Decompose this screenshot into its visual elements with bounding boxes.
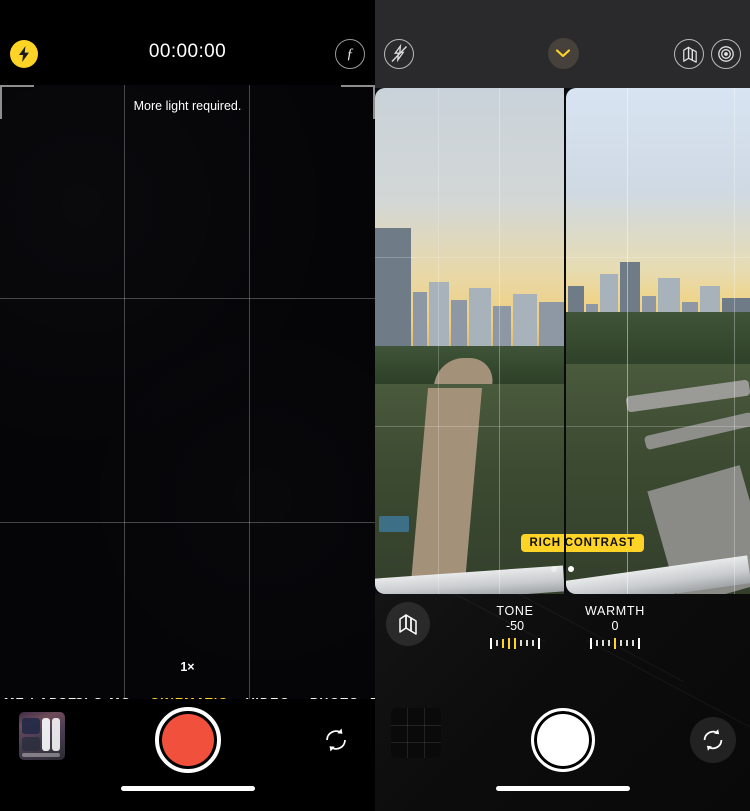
home-indicator (495, 786, 630, 791)
viewfinder-feed (0, 85, 375, 752)
style-page-dots[interactable] (375, 566, 750, 572)
grid-line-horizontal (566, 257, 750, 258)
grid-line-horizontal (0, 298, 375, 299)
left-top-bar: 00:00:00 ƒ (0, 0, 375, 85)
grid-line-vertical (124, 85, 125, 752)
preview-pane-after[interactable] (566, 88, 750, 594)
tone-label: TONE (496, 604, 534, 618)
record-button[interactable] (154, 707, 221, 773)
right-bottom-bar: TONE -50 WARMTH 0 (375, 594, 750, 811)
grid-line-horizontal (375, 426, 564, 427)
skyline-buildings (375, 228, 564, 358)
grid-line-vertical (438, 88, 439, 594)
chevron-down-glyph (555, 49, 571, 58)
low-light-warning: More light required. (133, 99, 242, 113)
style-name-badge: RICH CONTRAST (520, 534, 645, 552)
zoom-level-button[interactable]: 1× (0, 660, 375, 674)
f-stop-icon[interactable]: ƒ (335, 39, 365, 69)
warmth-tick-scale[interactable] (575, 637, 655, 649)
recording-timer: 00:00:00 (148, 41, 227, 62)
right-phone-screen: RICH CONTRAST TONE -50 WARMTH 0 (375, 0, 750, 811)
aperture-glyph (718, 46, 734, 62)
comparison-divider-overlay (564, 88, 566, 594)
grid-line-horizontal (375, 257, 564, 258)
page-dot-active[interactable] (568, 566, 574, 572)
warmth-value: 0 (611, 619, 619, 633)
warmth-label: WARMTH (585, 604, 645, 618)
styles-stack-glyph (399, 614, 417, 635)
tone-tick-scale[interactable] (475, 637, 555, 649)
photo-library-thumbnail[interactable] (391, 708, 441, 758)
tone-slider[interactable]: TONE -50 (475, 604, 555, 649)
record-button-fill (161, 714, 214, 766)
chevron-down-icon[interactable] (547, 38, 579, 69)
bottom-photo-backdrop (375, 594, 750, 811)
photo-preview-comparison[interactable]: RICH CONTRAST (375, 88, 750, 594)
camera-flip-glyph (326, 728, 346, 752)
preview-pane-before[interactable] (375, 88, 564, 594)
grid-line-vertical (249, 85, 250, 752)
tone-value: -50 (505, 619, 525, 633)
blue-roof-shed (379, 516, 409, 532)
left-bottom-bar (0, 699, 375, 811)
left-phone-screen: 00:00:00 ƒ More light required. 1× (0, 0, 375, 811)
flash-off-glyph (391, 43, 408, 63)
camera-flip-icon[interactable] (690, 717, 736, 763)
camera-flip-glyph (703, 729, 723, 751)
aperture-icon[interactable] (711, 39, 741, 69)
window-frame-line (499, 88, 500, 594)
home-indicator (120, 786, 255, 791)
window-frame-line (734, 88, 735, 594)
styles-stack-glyph (682, 46, 697, 63)
camera-flip-icon[interactable] (321, 725, 351, 755)
grid-line-horizontal (566, 426, 750, 427)
warmth-slider[interactable]: WARMTH 0 (575, 604, 655, 649)
photographic-styles-icon[interactable] (386, 602, 430, 646)
photo-library-thumbnail[interactable] (19, 712, 65, 760)
grid-line-horizontal (0, 522, 375, 523)
dual-screenshot-container: 00:00:00 ƒ More light required. 1× RICH … (0, 0, 750, 811)
left-viewfinder[interactable]: More light required. 1× ME-LAPSE SLO-MO … (0, 85, 375, 752)
photographic-styles-icon[interactable] (674, 39, 704, 69)
flash-off-icon[interactable] (384, 39, 414, 69)
shutter-button[interactable] (530, 708, 595, 772)
page-dot[interactable] (551, 566, 557, 572)
right-top-bar (375, 0, 750, 88)
grid-line-vertical (627, 88, 628, 594)
